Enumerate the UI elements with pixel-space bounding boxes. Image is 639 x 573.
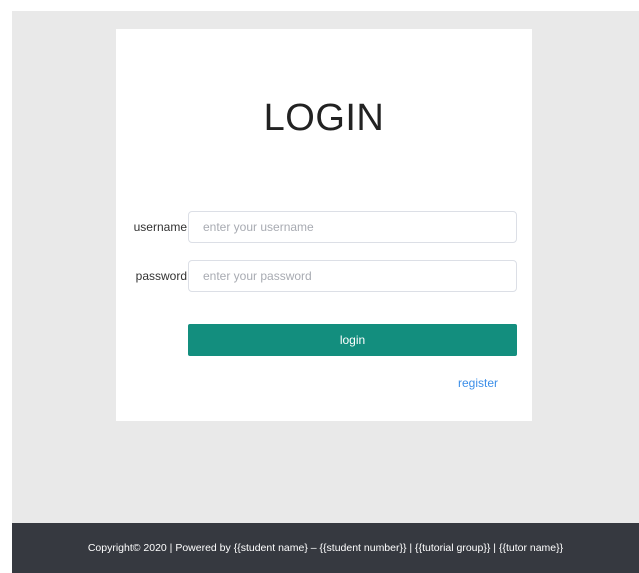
login-card: LOGIN username password login register: [116, 29, 532, 421]
page: LOGIN username password login register C…: [0, 0, 639, 573]
password-input[interactable]: [188, 260, 517, 292]
username-row: username: [116, 211, 532, 243]
footer-copyright: Copyright© 2020 | Powered by {{student n…: [12, 523, 639, 573]
password-row: password: [116, 260, 532, 292]
username-input[interactable]: [188, 211, 517, 243]
username-label: username: [133, 220, 187, 234]
register-link[interactable]: register: [458, 376, 498, 390]
login-button[interactable]: login: [188, 324, 517, 356]
login-title: LOGIN: [263, 97, 385, 139]
main-area: LOGIN username password login register: [12, 11, 639, 523]
password-label: password: [135, 269, 187, 283]
